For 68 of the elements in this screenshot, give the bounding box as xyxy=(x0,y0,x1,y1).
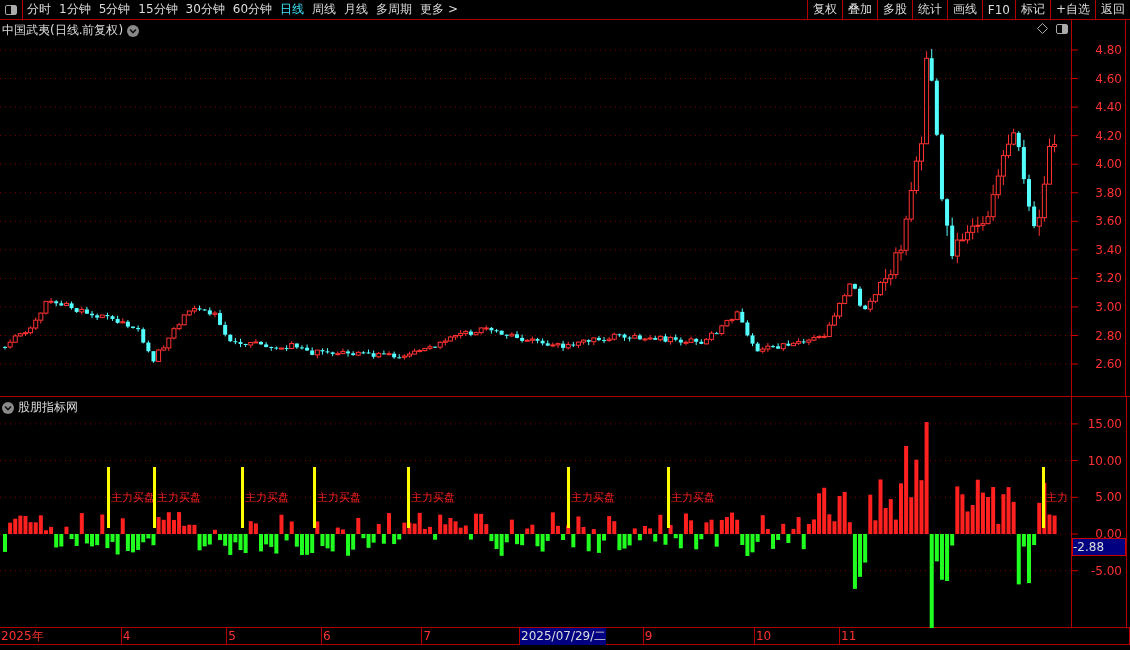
diamond-icon[interactable] xyxy=(1037,23,1048,34)
signal-label: 主力买盘 xyxy=(411,491,455,503)
signal-label: 主力买盘 xyxy=(157,491,201,503)
period-tab[interactable]: 1分钟 xyxy=(55,0,95,19)
toolbar-button[interactable]: 叠加 xyxy=(841,0,877,19)
chart-title: 中国武夷(日线.前复权) xyxy=(2,22,124,39)
toolbar-button[interactable]: 统计 xyxy=(911,0,947,19)
period-tab[interactable]: 60分钟 xyxy=(228,0,277,19)
price-tick-label: 3.00 xyxy=(1095,299,1122,314)
date-label: 11 xyxy=(840,629,857,643)
date-label: 5 xyxy=(227,629,236,643)
period-tab[interactable]: 周线 xyxy=(308,0,341,19)
signal-label: 主力买盘 xyxy=(317,491,361,503)
signal-marker xyxy=(667,467,670,528)
period-tab[interactable]: 多周期 xyxy=(372,0,417,19)
signal-marker xyxy=(407,467,410,528)
price-tick-label: 2.60 xyxy=(1095,357,1122,372)
toolbar-button[interactable]: +自选 xyxy=(1049,0,1095,19)
date-label: 4 xyxy=(121,629,131,643)
signal-marker xyxy=(107,467,110,528)
signal-label: 主力买盘 xyxy=(245,491,289,503)
signal-marker xyxy=(567,467,570,528)
price-tick-label: 4.00 xyxy=(1095,157,1122,172)
price-tick-label: 4.80 xyxy=(1095,43,1122,57)
price-tick-label: 4.60 xyxy=(1095,71,1122,86)
toolbar-button[interactable]: 复权 xyxy=(806,0,842,19)
date-label: 9 xyxy=(643,629,653,643)
toolbar-button[interactable]: 画线 xyxy=(946,0,982,19)
signal-label: 主力买盘 xyxy=(571,491,615,503)
signal-marker xyxy=(241,467,244,528)
price-tick-label: 3.20 xyxy=(1095,271,1122,286)
period-tab[interactable]: 日线 xyxy=(276,0,309,19)
indicator-tick-label: -5.00 xyxy=(1090,563,1122,578)
indicator-tick-label: 15.00 xyxy=(1087,416,1122,431)
period-tab[interactable]: 30分钟 xyxy=(181,0,229,19)
period-tab[interactable]: 15分钟 xyxy=(134,0,182,19)
price-tick-label: 3.40 xyxy=(1095,242,1122,257)
toolbar-button[interactable]: 标记 xyxy=(1014,0,1050,19)
price-tick-label: 4.20 xyxy=(1095,128,1122,143)
toolbar-button[interactable]: F10 xyxy=(981,0,1015,19)
signal-marker xyxy=(1042,467,1045,528)
indicator-tick-label: 10.00 xyxy=(1087,453,1122,468)
toolbar-button[interactable]: 多股 xyxy=(876,0,912,19)
period-tab[interactable]: 更多 > xyxy=(416,0,462,19)
price-tick-label: 2.80 xyxy=(1095,328,1122,343)
date-label: 10 xyxy=(755,629,772,643)
date-label: 6 xyxy=(321,629,331,643)
period-tab[interactable]: 月线 xyxy=(340,0,373,19)
period-tab[interactable]: 分时 xyxy=(23,0,55,19)
signal-label: 主力买盘 xyxy=(111,491,155,503)
signal-marker xyxy=(153,467,156,528)
period-tab[interactable]: 5分钟 xyxy=(94,0,135,19)
indicator-title: 股朋指标网 xyxy=(18,399,78,416)
signal-label: 主力 xyxy=(1046,491,1068,503)
current-value-label: -2.88 xyxy=(1072,538,1126,556)
panel-toggle-icon[interactable] xyxy=(1056,23,1068,34)
price-tick-label: 3.60 xyxy=(1095,214,1122,229)
dropdown-icon[interactable] xyxy=(2,401,14,414)
signal-label: 主力买盘 xyxy=(671,491,715,503)
signal-marker xyxy=(313,467,316,528)
toolbar-button[interactable]: 返回 xyxy=(1095,0,1130,19)
indicator-tick-label: 5.00 xyxy=(1095,490,1122,505)
date-label: 7 xyxy=(422,629,432,643)
date-label: 2025年 xyxy=(0,627,44,645)
price-tick-label: 4.40 xyxy=(1095,100,1122,115)
indicator-tick-label: 0.00 xyxy=(1095,527,1122,541)
price-tick-label: 3.80 xyxy=(1095,185,1122,200)
dropdown-icon[interactable] xyxy=(127,24,140,37)
